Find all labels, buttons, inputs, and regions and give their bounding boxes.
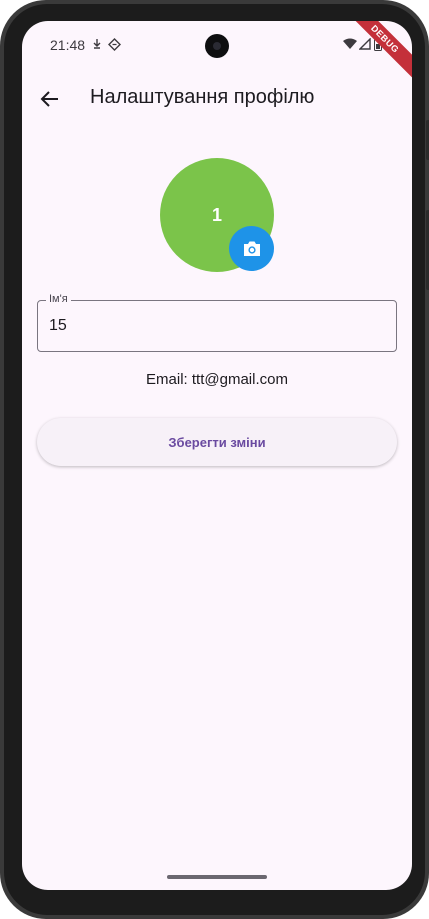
name-field-label: Ім'я bbox=[46, 293, 71, 305]
avatar-initial: 1 bbox=[211, 204, 222, 225]
name-field[interactable]: Ім'я 15 bbox=[37, 293, 397, 352]
email-text: Email: ttt@gmail.com bbox=[146, 371, 288, 388]
camera-icon bbox=[243, 241, 260, 256]
status-bar: 21:48 DEBUG bbox=[22, 21, 412, 84]
status-time: 21:48 bbox=[50, 37, 86, 53]
wifi-icon bbox=[343, 38, 357, 49]
home-indicator[interactable] bbox=[167, 875, 267, 879]
name-field-value[interactable]: 15 bbox=[49, 317, 67, 335]
app-bar: Налаштування профілю bbox=[22, 75, 412, 123]
signal-icon bbox=[359, 38, 371, 50]
screen: 21:48 DEBUG Налаштування профілю 1 Ім'я … bbox=[22, 21, 412, 890]
device-frame: 21:48 DEBUG Налаштування профілю 1 Ім'я … bbox=[0, 0, 429, 919]
sync-icon bbox=[108, 38, 121, 51]
front-camera bbox=[205, 34, 229, 58]
page-title: Налаштування профілю bbox=[90, 86, 315, 108]
save-changes-label: Зберегти зміни bbox=[168, 434, 266, 450]
arrow-back-icon[interactable] bbox=[38, 87, 62, 111]
save-changes-button[interactable]: Зберегти зміни bbox=[37, 418, 397, 466]
change-photo-button[interactable] bbox=[229, 226, 274, 271]
download-icon bbox=[93, 39, 101, 49]
